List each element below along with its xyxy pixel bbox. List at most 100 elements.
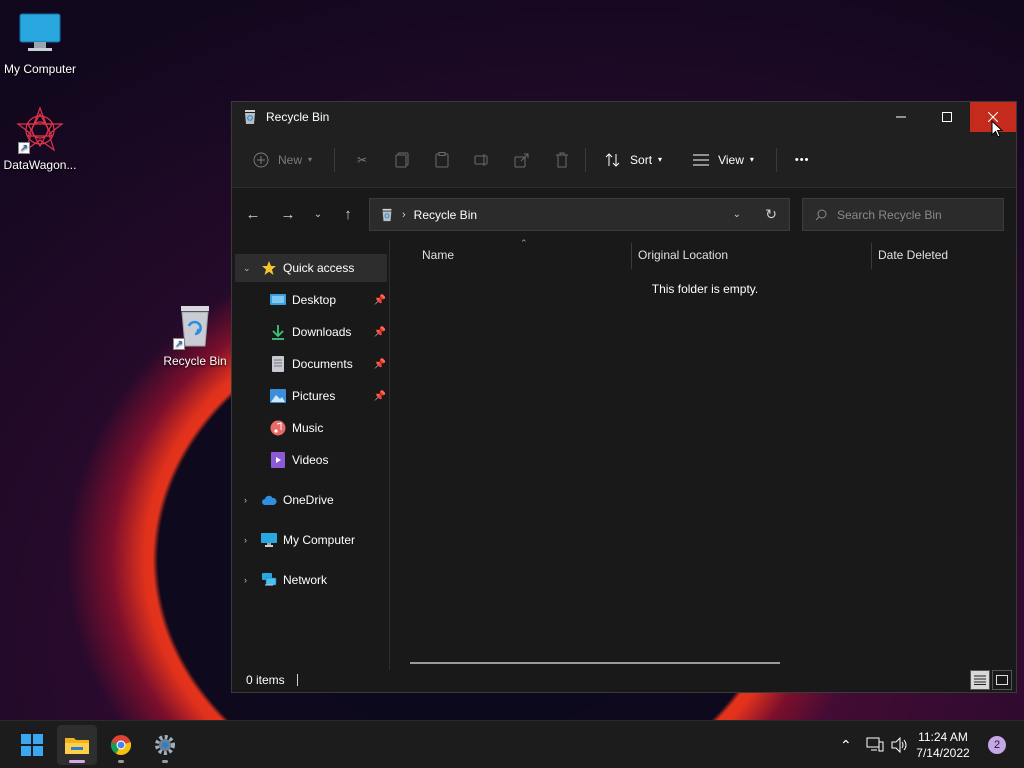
chevron-right-icon[interactable]: › (244, 535, 247, 545)
back-button[interactable]: ← (237, 198, 269, 230)
nav-item-desktop[interactable]: Desktop 📌 (270, 286, 386, 314)
scissors-icon: ✂ (357, 152, 368, 167)
pictures-icon (270, 388, 286, 404)
chevron-down-icon: ▾ (658, 155, 663, 164)
volume-button[interactable] (891, 721, 909, 768)
delete-button[interactable] (545, 144, 579, 176)
large-icons-view-button[interactable] (992, 670, 1012, 690)
nav-item-downloads[interactable]: Downloads 📌 (270, 318, 386, 346)
share-icon (513, 151, 531, 169)
chevron-down-icon[interactable]: ⌄ (243, 263, 251, 274)
new-label: New (278, 152, 303, 167)
pin-icon: 📌 (373, 390, 386, 402)
forward-button[interactable]: → (272, 198, 304, 230)
explorer-body: ⌄ Quick access Desktop 📌 Downloads 📌 Doc… (232, 238, 1016, 670)
chevron-right-icon[interactable]: › (244, 575, 247, 585)
chevron-up-icon: ⌃ (840, 736, 852, 753)
breadcrumb-recycle-bin[interactable]: Recycle Bin (414, 208, 477, 222)
cloud-icon (261, 492, 277, 508)
column-divider[interactable] (631, 243, 632, 269)
address-dropdown-icon[interactable]: ⌄ (733, 209, 741, 220)
network-status-button[interactable] (866, 721, 884, 768)
notification-badge[interactable]: 2 (988, 736, 1006, 754)
recent-locations-button[interactable]: ⌄ (302, 198, 334, 230)
search-icon (815, 209, 827, 221)
column-divider[interactable] (871, 243, 872, 269)
nav-label: OneDrive (283, 493, 334, 507)
taskbar-chrome[interactable] (101, 725, 141, 765)
nav-item-documents[interactable]: Documents 📌 (270, 350, 386, 378)
new-button[interactable]: New ▾ (244, 144, 320, 176)
rename-icon (473, 151, 491, 169)
nav-label: Music (292, 421, 324, 435)
sort-arrows-icon (604, 151, 622, 169)
nav-item-videos[interactable]: Videos (270, 446, 386, 474)
title-bar[interactable]: Recycle Bin (232, 102, 1016, 132)
sort-label: Sort (630, 152, 653, 167)
empty-folder-message: This folder is empty. (651, 282, 759, 296)
chrome-icon (110, 735, 132, 755)
horizontal-scrollbar[interactable] (410, 662, 780, 664)
desktop-icon-label: Recycle Bin (163, 354, 227, 368)
refresh-icon[interactable]: ↻ (765, 206, 777, 223)
nav-item-music[interactable]: Music (270, 414, 386, 442)
copy-button[interactable] (385, 144, 419, 176)
desktop-icon-recycle-bin[interactable]: ↗ Recycle Bin (155, 302, 235, 368)
column-header-original-location[interactable]: Original Location (638, 248, 728, 262)
nav-label: Downloads (292, 325, 352, 339)
arrow-left-icon: ← (245, 205, 261, 223)
running-indicator (118, 760, 124, 763)
details-view-button[interactable] (970, 670, 990, 690)
star-icon (261, 260, 277, 276)
address-bar[interactable]: › Recycle Bin ⌄ ↻ (369, 198, 790, 231)
maximize-button[interactable] (924, 102, 970, 132)
datawagon-logo-icon: ↗ (16, 106, 64, 154)
desktop-icon-datawagon[interactable]: ↗ DataWagon... (0, 106, 80, 172)
nav-label: Documents (292, 357, 353, 371)
search-input[interactable]: Search Recycle Bin (802, 198, 1004, 231)
command-bar: New ▾ ✂ Sort ▾ View ▾ ••• (232, 132, 1016, 188)
search-placeholder: Search Recycle Bin (837, 207, 942, 222)
item-count: 0 items (246, 673, 285, 687)
chevron-right-icon[interactable]: › (244, 495, 247, 505)
share-button[interactable] (505, 144, 539, 176)
nav-item-network[interactable]: › Network (235, 566, 387, 594)
nav-item-onedrive[interactable]: › OneDrive (235, 486, 387, 514)
sort-button[interactable]: Sort ▾ (596, 144, 670, 176)
taskbar-file-explorer[interactable] (57, 725, 97, 765)
taskbar-settings[interactable] (145, 725, 185, 765)
column-header-name[interactable]: Name (422, 248, 454, 262)
network-status-icon (866, 737, 884, 752)
running-indicator (162, 760, 168, 763)
status-divider (296, 674, 298, 686)
nav-item-quick-access[interactable]: ⌄ Quick access (235, 254, 387, 282)
list-view-icon (692, 151, 710, 169)
desktop-icon-my-computer[interactable]: My Computer (0, 10, 80, 76)
desktop-folder-icon (270, 292, 286, 308)
nav-label: Quick access (283, 261, 355, 275)
pin-icon: 📌 (373, 326, 386, 338)
paste-button[interactable] (425, 144, 459, 176)
nav-item-my-computer[interactable]: › My Computer (235, 526, 387, 554)
arrow-up-icon: ↑ (344, 205, 352, 223)
more-options-button[interactable]: ••• (787, 144, 818, 176)
clock[interactable]: 11:24 AM 7/14/2022 (908, 729, 978, 761)
speaker-icon (891, 737, 907, 753)
nav-item-pictures[interactable]: Pictures 📌 (270, 382, 386, 410)
chevron-down-icon: ⌄ (313, 208, 323, 220)
music-note-icon (270, 420, 286, 436)
running-indicator (69, 760, 85, 763)
monitor-icon (16, 10, 64, 58)
minimize-button[interactable] (878, 102, 924, 132)
column-header-date-deleted[interactable]: Date Deleted (878, 248, 948, 262)
view-button[interactable]: View ▾ (684, 144, 762, 176)
navigation-pane: ⌄ Quick access Desktop 📌 Downloads 📌 Doc… (232, 240, 390, 670)
sort-indicator-icon: ⌃ (520, 238, 528, 248)
up-button[interactable]: ↑ (332, 198, 364, 230)
show-hidden-icons-button[interactable]: ⌃ (840, 721, 852, 768)
tiles-view-icon (996, 675, 1008, 685)
cut-button[interactable]: ✂ (345, 144, 379, 176)
rename-button[interactable] (465, 144, 499, 176)
start-button[interactable] (12, 725, 52, 765)
recycle-bin-icon: ↗ (171, 302, 219, 350)
